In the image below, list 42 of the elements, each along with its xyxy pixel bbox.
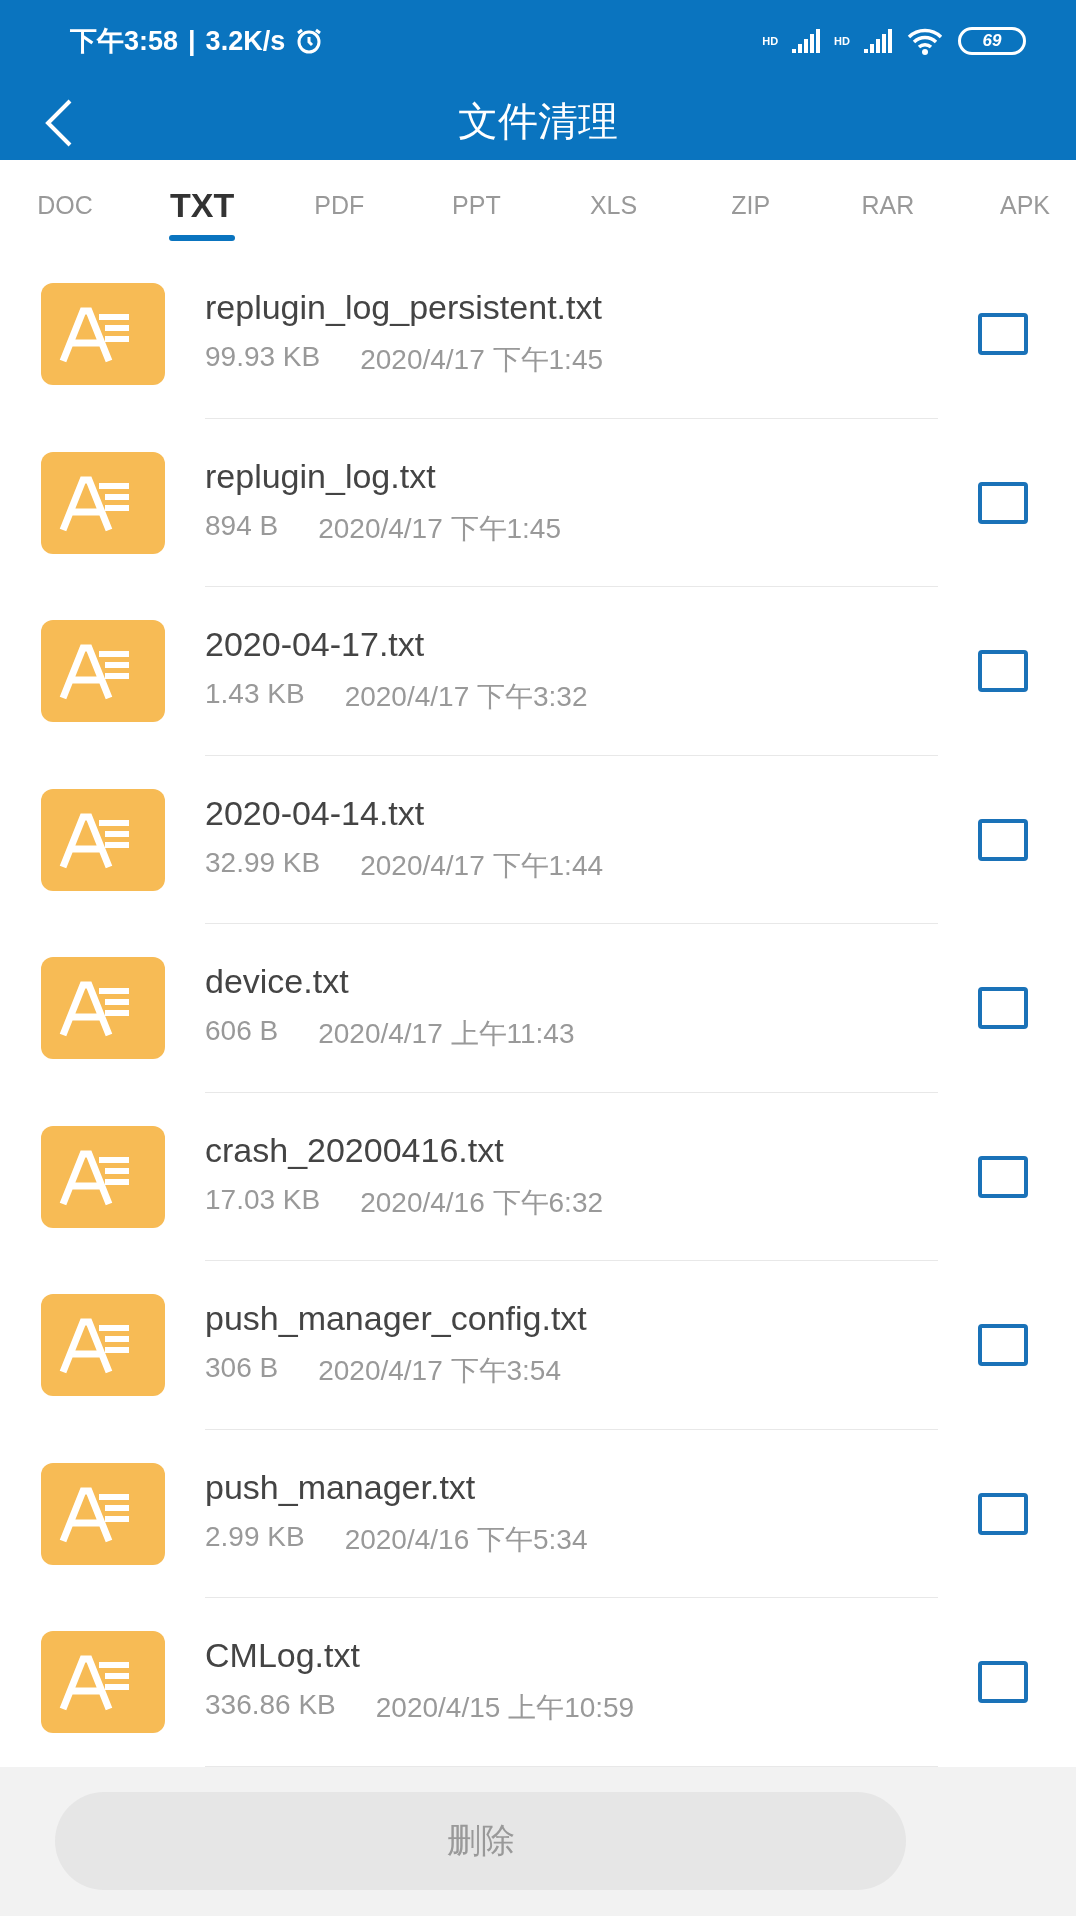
file-type-tab[interactable]: DOC — [32, 160, 98, 250]
file-size: 606 B — [205, 1015, 279, 1049]
file-name: push_manager_config.txt — [205, 1299, 588, 1339]
file-date: 2020/4/17 下午1:45 — [360, 343, 604, 378]
file-date: 2020/4/16 下午6:32 — [360, 1185, 604, 1220]
hd-label: HD — [762, 35, 779, 47]
file-date: 2020/4/17 下午3:54 — [318, 1354, 561, 1389]
file-date: 2020/4/16 下午5:34 — [344, 1522, 588, 1557]
file-date: 2020/4/17 下午3:32 — [344, 680, 588, 715]
file-size: 17.03 KB — [205, 1183, 321, 1217]
file-name: 2020-04-14.txt — [205, 793, 426, 833]
file-size: 336.86 KB — [205, 1689, 336, 1723]
file-size: 32.99 KB — [205, 846, 321, 880]
page-title: 文件清理 — [458, 97, 618, 145]
file-type-tab[interactable]: ZIP — [717, 160, 784, 250]
file-date: 2020/4/15 上午10:59 — [375, 1691, 635, 1726]
file-date: 2020/4/17 下午1:45 — [318, 511, 561, 546]
file-name: device.txt — [205, 962, 350, 1002]
file-date: 2020/4/17 上午11:43 — [318, 1017, 575, 1052]
file-type-tab[interactable]: RAR — [854, 160, 921, 250]
file-size: 894 B — [205, 509, 279, 543]
file-name: crash_20200416.txt — [205, 1130, 505, 1170]
file-type-tab[interactable]: PPT — [443, 160, 510, 250]
file-type-tab[interactable]: APK — [992, 160, 1058, 250]
hd-label: HD — [834, 35, 850, 47]
file-name: CMLog.txt — [205, 1636, 361, 1676]
file-size: 306 B — [205, 1352, 279, 1386]
status-separator: | — [188, 25, 196, 57]
file-date: 2020/4/17 下午1:44 — [360, 848, 604, 883]
file-name: replugin_log_persistent.txt — [205, 288, 603, 328]
status-time: 下午3:58 — [70, 25, 179, 58]
network-speed: 3.2K/s — [205, 25, 286, 57]
file-size: 99.93 KB — [205, 341, 321, 375]
file-name: push_manager.txt — [205, 1467, 477, 1507]
file-type-tab[interactable]: TXT — [169, 160, 236, 250]
file-name: 2020-04-17.txt — [205, 625, 426, 665]
file-size: 2.99 KB — [205, 1520, 305, 1554]
file-type-tab[interactable]: XLS — [580, 160, 647, 250]
file-type-tab[interactable]: PDF — [306, 160, 373, 250]
file-name: replugin_log.txt — [205, 456, 437, 496]
file-size: 1.43 KB — [205, 678, 305, 712]
battery-indicator: 69 — [958, 27, 1026, 55]
